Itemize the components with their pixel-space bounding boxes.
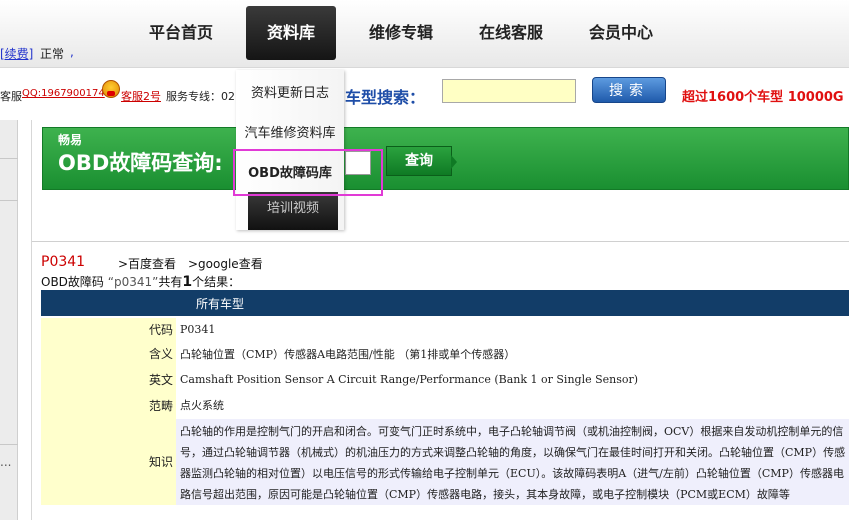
dropdown-item-repair-library[interactable]: 汽车维修资料库 bbox=[236, 122, 344, 141]
model-search-button[interactable]: 搜索 bbox=[592, 77, 666, 103]
summary-mid: 共有 bbox=[158, 275, 183, 289]
dropdown-item-training-video[interactable]: 培训视频 bbox=[248, 192, 338, 230]
row-label-english: 英文 bbox=[41, 367, 176, 393]
model-search-input[interactable] bbox=[442, 79, 576, 103]
service-hotline: 服务专线：02 bbox=[166, 90, 235, 103]
banner-brand: 畅易 bbox=[58, 133, 83, 147]
content-divider bbox=[31, 120, 32, 520]
google-view-link[interactable]: >google查看 bbox=[188, 255, 263, 272]
contact-prefix: 客服 bbox=[0, 90, 22, 103]
row-value-meaning: 凸轮轴位置（CMP）传感器A电路范围/性能 （第1排或单个传感器） bbox=[176, 342, 849, 367]
qq-link[interactable]: QQ:1967900174 bbox=[22, 88, 105, 99]
kefu-link[interactable]: 客服2号 bbox=[121, 88, 161, 104]
row-value-code: P0341 bbox=[176, 318, 849, 342]
summary-suffix: 个结果： bbox=[192, 275, 241, 289]
renew-link[interactable]: [续费] bbox=[0, 45, 33, 62]
promo-text: 超过1600个车型 10000G bbox=[682, 90, 844, 105]
nav-online-service[interactable]: 在线客服 bbox=[470, 6, 552, 60]
table-header-text: 所有车型 bbox=[196, 297, 245, 311]
extra-link[interactable]: , bbox=[70, 45, 74, 59]
summary-code: “p0341” bbox=[107, 275, 159, 289]
summary-prefix: OBD故障码 bbox=[41, 275, 104, 289]
result-table-header: 所有车型 bbox=[41, 290, 849, 316]
summary-count: 1 bbox=[182, 274, 193, 290]
section-divider bbox=[32, 241, 849, 242]
row-value-category: 点火系统 bbox=[176, 393, 849, 419]
result-summary: OBD故障码 “p0341”共有1个结果： bbox=[41, 273, 240, 290]
nav-home[interactable]: 平台首页 bbox=[140, 6, 222, 60]
row-value-knowledge: 凸轮轴的作用是控制气门的开启和闭合。可变气门正时系统中，电子凸轮轴调节阀（或机油… bbox=[176, 419, 849, 505]
top-nav-bar: 平台首页 资料库 维修专辑 在线客服 会员中心 [续费] 正常 , bbox=[0, 0, 849, 68]
model-search-label: 车型搜索： bbox=[345, 88, 426, 107]
sidebar-more-dots[interactable]: ... bbox=[0, 455, 11, 469]
qq-penguin-icon[interactable] bbox=[102, 80, 120, 98]
highlight-box bbox=[233, 149, 383, 196]
row-label-meaning: 含义 bbox=[41, 342, 176, 367]
row-label-knowledge: 知识 bbox=[41, 419, 176, 505]
baidu-view-link[interactable]: >百度查看 bbox=[118, 255, 176, 272]
row-label-category: 范畴 bbox=[41, 393, 176, 419]
banner-title: OBD故障码查询: bbox=[58, 151, 223, 175]
dropdown-item-update-log[interactable]: 资料更新日志 bbox=[236, 82, 344, 101]
row-value-english: Camshaft Position Sensor A Circuit Range… bbox=[176, 367, 849, 393]
nav-repair-album[interactable]: 维修专辑 bbox=[360, 6, 442, 60]
obd-query-button[interactable]: 查询 bbox=[386, 146, 457, 176]
row-label-code: 代码 bbox=[41, 318, 176, 342]
account-status: 正常 bbox=[40, 47, 65, 61]
nav-library[interactable]: 资料库 bbox=[246, 6, 336, 60]
result-code-title: P0341 bbox=[41, 254, 86, 270]
nav-member-center[interactable]: 会员中心 bbox=[580, 6, 662, 60]
